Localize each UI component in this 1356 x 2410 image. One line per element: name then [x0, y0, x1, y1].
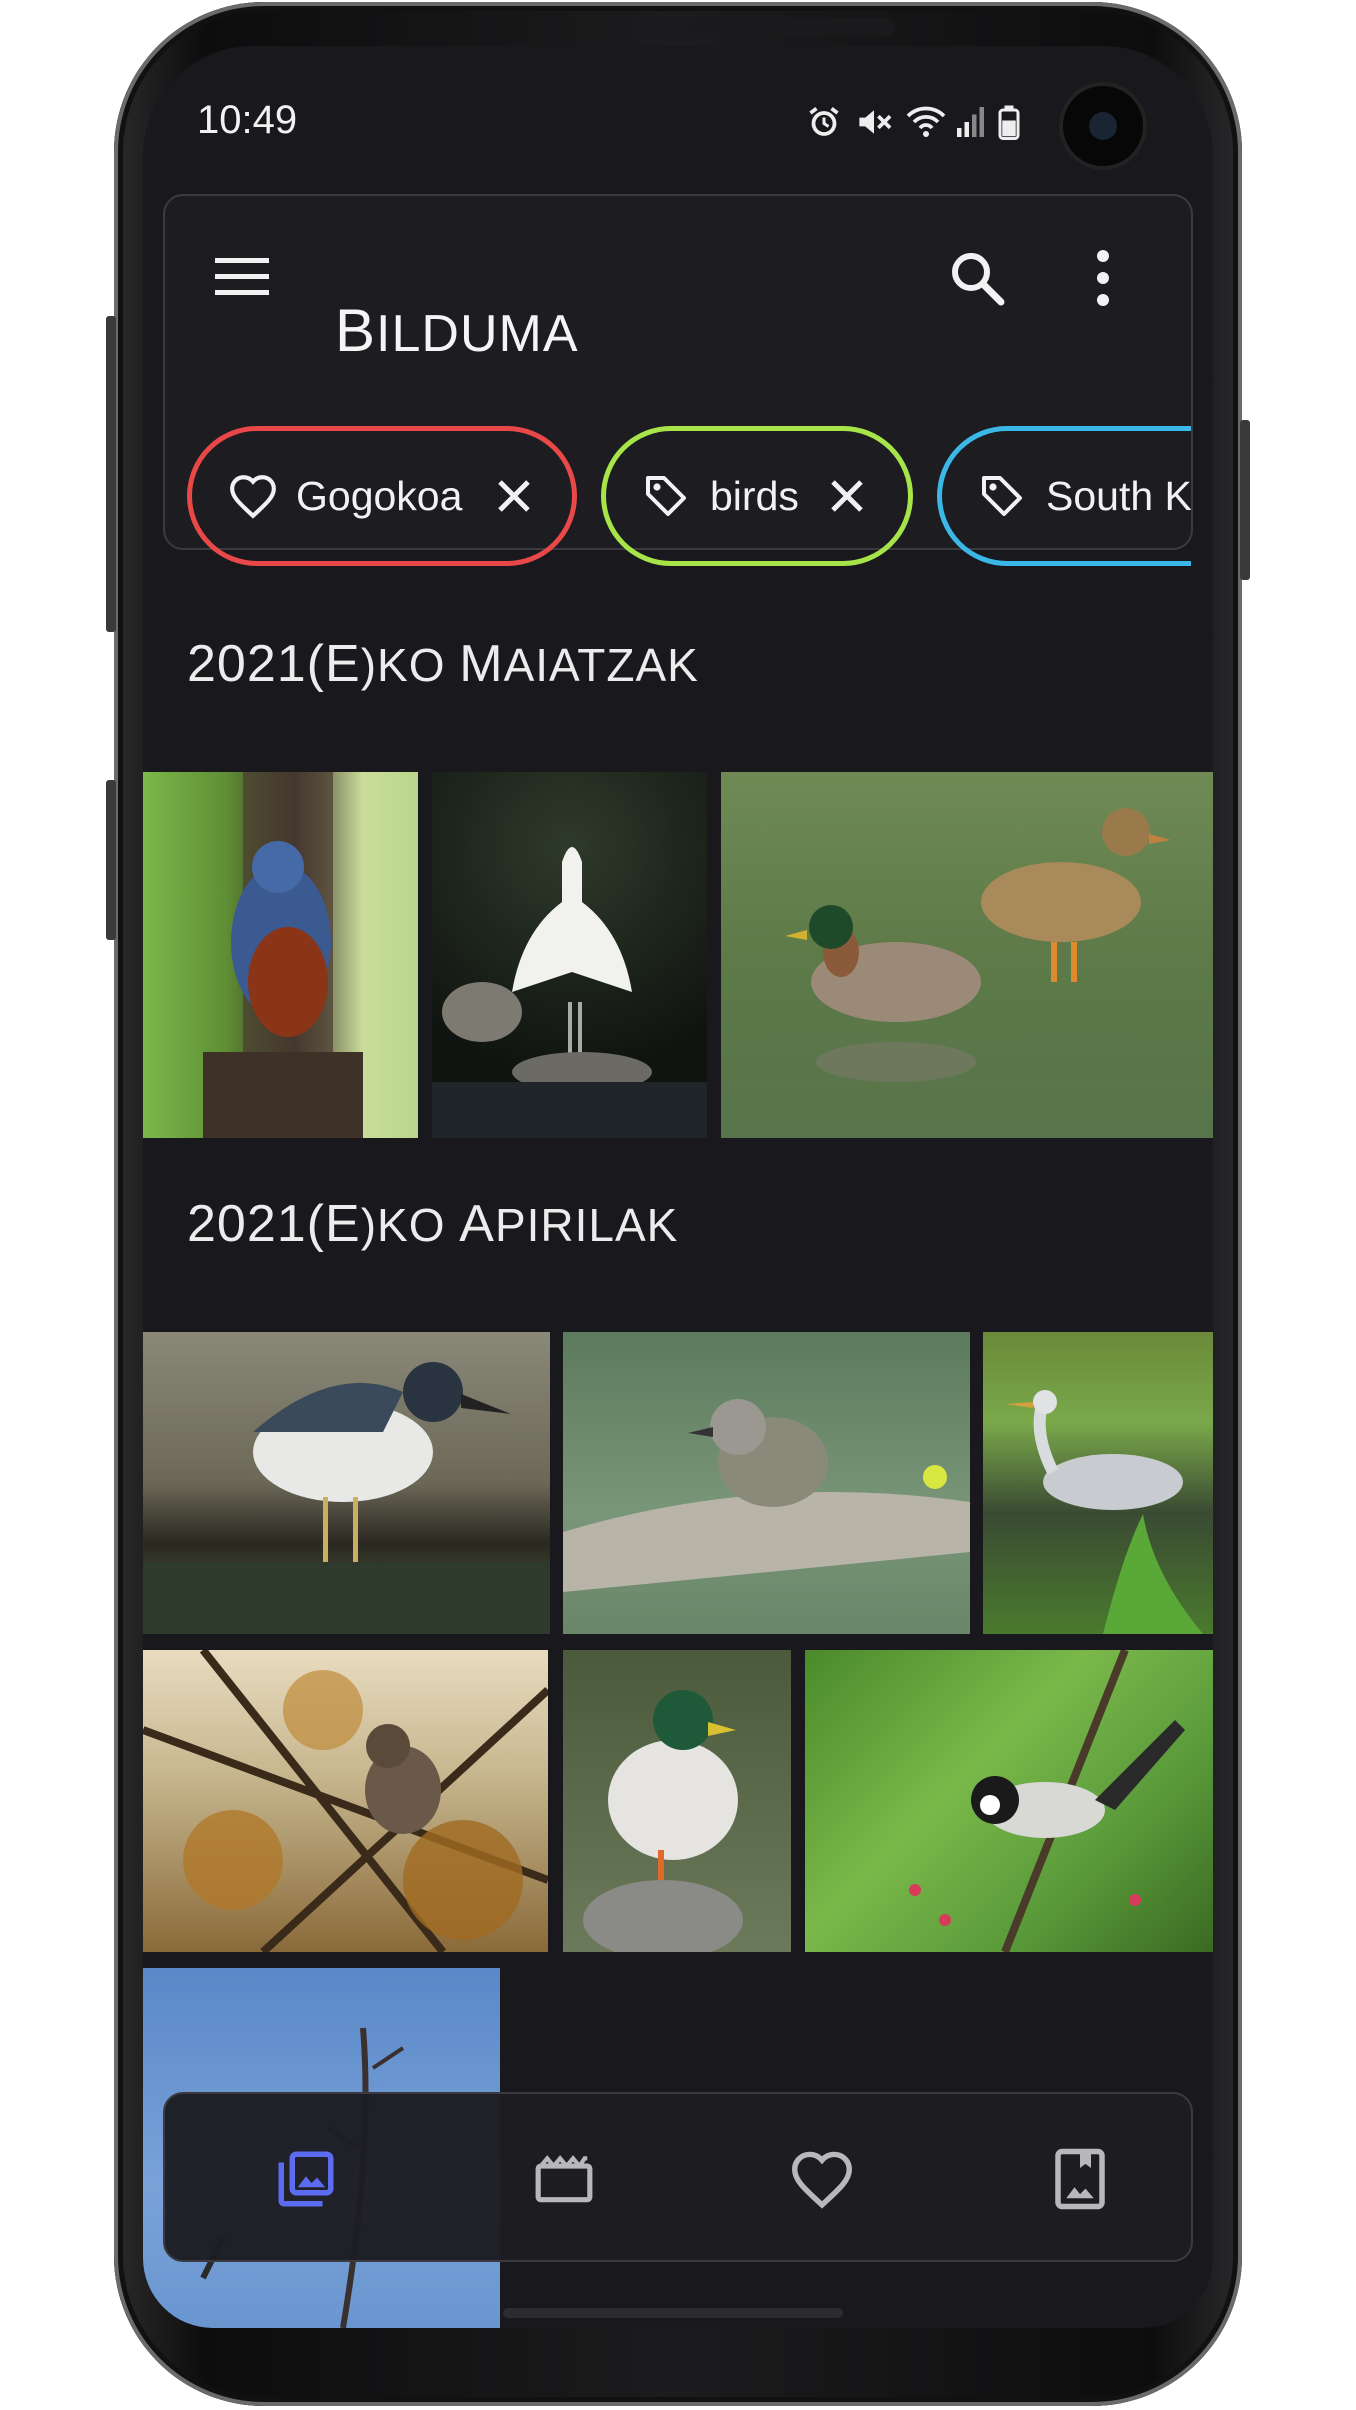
photo-thumbnail[interactable] — [143, 1650, 548, 1952]
filter-chips: Gogokoa birds South K — [165, 426, 1191, 576]
section-header-may: 2021(E)KO MAIATZAK — [187, 635, 699, 693]
front-camera — [1063, 86, 1143, 166]
app-bar: BILDUMA Gogokoa birds South K — [163, 194, 1193, 566]
nav-favourites-tab[interactable] — [777, 2134, 867, 2224]
mallard-photo — [583, 1690, 743, 1952]
photo-thumbnail[interactable] — [721, 772, 1213, 1138]
chip-label: South K — [1046, 472, 1191, 519]
photo-thumbnail[interactable] — [805, 1650, 1213, 1952]
filter-chip-favourite[interactable]: Gogokoa — [187, 426, 577, 566]
heart-icon — [230, 475, 276, 519]
nav-albums-tab[interactable] — [1035, 2134, 1125, 2224]
app-title: BILDUMA — [335, 297, 579, 364]
tit-photo — [909, 1650, 1185, 1952]
battery-icon — [998, 105, 1020, 140]
earpiece-speaker — [689, 18, 895, 36]
photo-thumbnail[interactable] — [143, 1332, 550, 1634]
power-button — [1240, 420, 1250, 580]
section-header-april: 2021(E)KO APIRILAK — [187, 1195, 679, 1253]
filter-chip-birds[interactable]: birds — [601, 426, 913, 566]
volume-button — [106, 316, 116, 632]
close-icon[interactable] — [496, 478, 532, 514]
alarm-icon — [809, 107, 839, 136]
night-heron-photo — [143, 1362, 550, 1634]
clapperboard-icon — [535, 2155, 593, 2203]
status-time: 10:49 — [197, 98, 298, 142]
photo-album-icon — [1055, 2148, 1105, 2210]
bixby-button — [106, 780, 116, 940]
nav-gallery-tab[interactable] — [261, 2134, 351, 2224]
bird-photo — [203, 772, 363, 1138]
chip-label: birds — [710, 472, 799, 519]
egret-photo — [432, 847, 707, 1138]
filter-chip-location[interactable]: South K — [937, 426, 1191, 566]
wifi-icon — [906, 106, 946, 137]
photo-thumbnail[interactable] — [563, 1650, 791, 1952]
more-options-icon[interactable] — [1091, 248, 1115, 308]
status-bar: 10:49 — [143, 46, 1213, 166]
bottom-navigation — [163, 2092, 1193, 2262]
chip-label: Gogokoa — [296, 472, 463, 519]
photo-thumbnail[interactable] — [563, 1332, 970, 1634]
heart-icon — [791, 2151, 853, 2209]
photo-thumbnail[interactable] — [143, 772, 418, 1138]
nav-videos-tab[interactable] — [519, 2134, 609, 2224]
ducks-photo — [785, 808, 1171, 1082]
tag-icon — [646, 476, 686, 516]
mute-icon — [859, 110, 892, 134]
photo-thumbnail[interactable] — [983, 1332, 1213, 1634]
kingfisher-photo — [563, 1399, 970, 1592]
signal-icon — [957, 107, 984, 137]
search-icon[interactable] — [947, 248, 1007, 308]
gesture-bar — [503, 2308, 843, 2318]
menu-icon[interactable] — [213, 252, 273, 302]
tag-icon — [982, 476, 1022, 516]
screen: 10:49 BILDUMA Gogokoa birds South K 2021… — [143, 46, 1213, 2328]
photo-thumbnail[interactable] — [432, 772, 707, 1138]
grey-heron-photo — [1005, 1390, 1203, 1634]
shrike-photo — [143, 1650, 548, 1952]
photo-library-icon — [278, 2151, 334, 2207]
close-icon[interactable] — [829, 478, 865, 514]
